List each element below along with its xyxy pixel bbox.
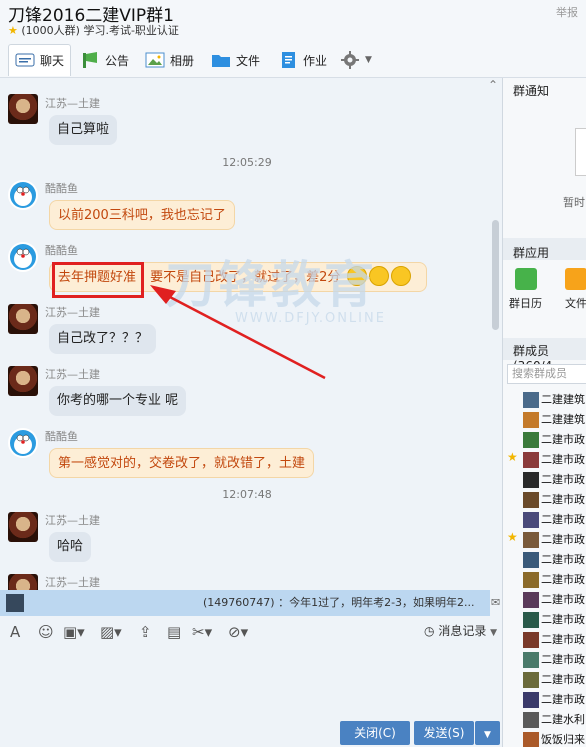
block-icon[interactable]: ⊘▾ [228, 623, 248, 641]
avatar [523, 452, 539, 468]
member-name: 二建市政 [541, 513, 585, 526]
avatar [523, 572, 539, 588]
avatar [523, 512, 539, 528]
message-history-button[interactable]: ◷ 消息记录 ▼ [424, 622, 497, 639]
app-calendar-label: 群日历 [509, 297, 542, 310]
notice-text: (149760747) ：今年1过了，明年考2-3，如果明年2... [203, 596, 475, 609]
avatar [523, 652, 539, 668]
member-item[interactable]: 二建市政 [523, 630, 585, 650]
chevron-down-icon: ▼ [484, 730, 491, 740]
member-name: 饭饭归来 [541, 733, 585, 746]
avatar [523, 632, 539, 648]
member-name: 二建市政 [541, 693, 585, 706]
send-options-button[interactable]: ▼ [475, 721, 500, 745]
member-name: 二建市政 [541, 433, 585, 446]
right-panel: 群通知 暂时 群应用 群日历 文件 群成员(360/4 搜索群成员 二建建筑二建… [502, 78, 586, 747]
avatar [523, 672, 539, 688]
message-input[interactable] [0, 645, 500, 715]
calendar-icon [514, 268, 537, 290]
member-name: 二建市政 [541, 553, 585, 566]
close-button[interactable]: 关闭(C) [340, 721, 410, 745]
member-name: 二建市政 [541, 633, 585, 646]
avatar [523, 692, 539, 708]
group-notice-title: 群通知 [513, 84, 550, 98]
member-name: 二建市政 [541, 453, 585, 466]
group-apps-title: 群应用 [513, 246, 550, 260]
message-history-label: 消息记录 [438, 624, 487, 638]
member-item[interactable]: 二建市政 [523, 610, 585, 630]
clock-icon: ◷ [424, 624, 435, 638]
avatar [523, 412, 539, 428]
gift-icon[interactable]: ▤ [167, 623, 181, 641]
member-item[interactable]: 二建市政 [523, 690, 585, 710]
avatar [523, 612, 539, 628]
folder-icon [565, 268, 586, 290]
member-item[interactable]: 二建建筑 [523, 390, 585, 410]
member-name: 二建市政 [541, 573, 585, 586]
avatar [523, 592, 539, 608]
member-name: 二建市政 [541, 493, 585, 506]
send-button[interactable]: 发送(S) [414, 721, 474, 745]
member-name: 二建市政 [541, 673, 585, 686]
gif-icon[interactable]: ▣▾ [63, 623, 85, 641]
upload-icon[interactable]: ⇪ [139, 623, 152, 641]
app-files-label: 文件 [565, 297, 586, 310]
member-item[interactable]: 二建建筑 [523, 410, 585, 430]
avatar [523, 552, 539, 568]
member-item[interactable]: 二建市政 [523, 430, 585, 450]
star-icon: ★ [507, 450, 518, 464]
app-files[interactable]: 文件 [565, 268, 586, 311]
member-item[interactable]: 二建市政 [523, 650, 585, 670]
scrollbar-thumb[interactable] [492, 220, 499, 330]
member-item[interactable]: 二建市政 [523, 510, 585, 530]
member-name: 二建市政 [541, 533, 585, 546]
star-icon: ★ [507, 530, 518, 544]
notice-hint: 暂时 [563, 196, 585, 209]
chevron-down-icon: ▼ [490, 628, 498, 638]
avatar [523, 472, 539, 488]
member-name: 二建市政 [541, 653, 585, 666]
member-item[interactable]: 二建市政 [523, 530, 585, 550]
avatar [523, 712, 539, 728]
chat-scrollbar[interactable] [490, 80, 500, 590]
avatar [6, 594, 24, 612]
member-name: 二建市政 [541, 593, 585, 606]
avatar [523, 432, 539, 448]
avatar [523, 532, 539, 548]
member-name: 二建市政 [541, 613, 585, 626]
app-calendar[interactable]: 群日历 [509, 268, 542, 311]
member-item[interactable]: 二建水利 [523, 710, 585, 730]
mail-icon[interactable]: ✉ [491, 596, 500, 609]
font-icon[interactable]: A [10, 623, 20, 641]
member-item[interactable]: 二建市政 [523, 550, 585, 570]
member-name: 二建水利 [541, 713, 585, 726]
member-item[interactable]: 二建市政 [523, 490, 585, 510]
member-item[interactable]: 二建市政 [523, 570, 585, 590]
avatar [523, 492, 539, 508]
avatar [523, 392, 539, 408]
member-item[interactable]: 二建市政 [523, 670, 585, 690]
avatar [523, 732, 539, 747]
member-item[interactable]: 二建市政 [523, 450, 585, 470]
notice-card[interactable] [575, 128, 586, 176]
member-name: 二建市政 [541, 473, 585, 486]
member-item[interactable]: 二建市政 [523, 470, 585, 490]
member-item[interactable]: 二建市政 [523, 590, 585, 610]
member-name: 二建建筑 [541, 393, 585, 406]
scrolling-notice-bar[interactable]: (149760747) ：今年1过了，明年考2-3，如果明年2... [0, 590, 490, 616]
screenshot-icon[interactable]: ▨▾ [100, 623, 122, 641]
member-search-input[interactable]: 搜索群成员 [507, 364, 586, 384]
emoji-icon[interactable]: ☺ [38, 623, 54, 641]
member-name: 二建建筑 [541, 413, 585, 426]
member-item[interactable]: 饭饭归来 [523, 730, 585, 747]
scissors-icon[interactable]: ✂▾ [192, 623, 212, 641]
